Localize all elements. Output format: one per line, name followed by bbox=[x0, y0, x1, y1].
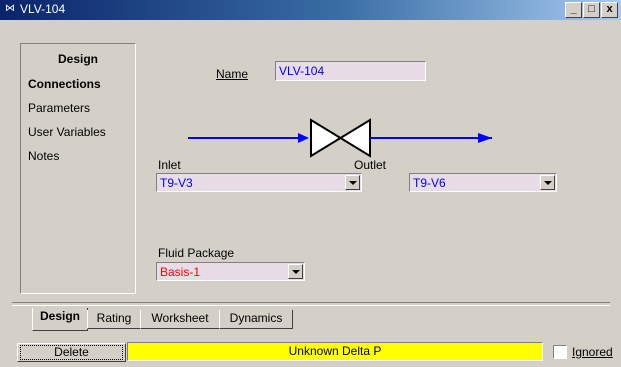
ignored-label[interactable]: Ignored bbox=[572, 345, 613, 359]
tab-dynamics[interactable]: Dynamics bbox=[219, 310, 293, 329]
delete-button-label: Delete bbox=[54, 345, 89, 359]
fluid-package-dropdown[interactable]: Basis-1 bbox=[156, 262, 305, 281]
inlet-label: Inlet bbox=[158, 158, 181, 172]
inlet-arrow-icon bbox=[298, 133, 309, 143]
tab-divider bbox=[12, 302, 610, 306]
chevron-down-icon[interactable] bbox=[540, 175, 555, 190]
outlet-value: T9-V6 bbox=[413, 176, 446, 190]
ignored-checkbox[interactable] bbox=[553, 345, 567, 359]
valve-icon: ⋈ bbox=[5, 3, 15, 14]
chevron-down-icon[interactable] bbox=[288, 264, 303, 279]
name-field[interactable]: VLV-104 bbox=[275, 61, 426, 81]
close-button[interactable]: x bbox=[601, 2, 618, 18]
sidebar-heading: Design bbox=[57, 52, 98, 66]
name-label: Name bbox=[216, 67, 249, 81]
fluid-package-label: Fluid Package bbox=[158, 246, 235, 260]
outlet-dropdown[interactable]: T9-V6 bbox=[409, 173, 557, 192]
title-bar[interactable]: ⋈ VLV-104 _ □ x bbox=[0, 0, 621, 20]
maximize-button[interactable]: □ bbox=[583, 2, 600, 18]
inlet-dropdown[interactable]: T9-V3 bbox=[156, 173, 362, 192]
tab-rating[interactable]: Rating bbox=[87, 310, 141, 329]
fluid-package-value: Basis-1 bbox=[160, 265, 201, 279]
name-value: VLV-104 bbox=[279, 64, 325, 78]
sidebar-item-connections[interactable]: Connections bbox=[28, 77, 101, 91]
status-bar: Unknown Delta P bbox=[127, 342, 543, 361]
sidebar-item-user-variables[interactable]: User Variables bbox=[28, 125, 106, 139]
tab-design[interactable]: Design bbox=[32, 308, 88, 331]
minimize-button[interactable]: _ bbox=[565, 2, 582, 18]
outlet-arrow-icon bbox=[478, 133, 492, 143]
window-title: VLV-104 bbox=[20, 2, 66, 16]
design-sidebar: Design Connections Parameters User Varia… bbox=[20, 43, 136, 294]
tab-worksheet[interactable]: Worksheet bbox=[140, 310, 220, 329]
outlet-label: Outlet bbox=[354, 158, 387, 172]
sidebar-item-notes[interactable]: Notes bbox=[28, 149, 59, 163]
sidebar-item-parameters[interactable]: Parameters bbox=[28, 101, 90, 115]
chevron-down-icon[interactable] bbox=[345, 175, 360, 190]
valve-diagram bbox=[188, 118, 492, 158]
valve-icon bbox=[310, 118, 371, 158]
delete-button[interactable]: Delete bbox=[17, 343, 126, 362]
inlet-value: T9-V3 bbox=[160, 176, 193, 190]
